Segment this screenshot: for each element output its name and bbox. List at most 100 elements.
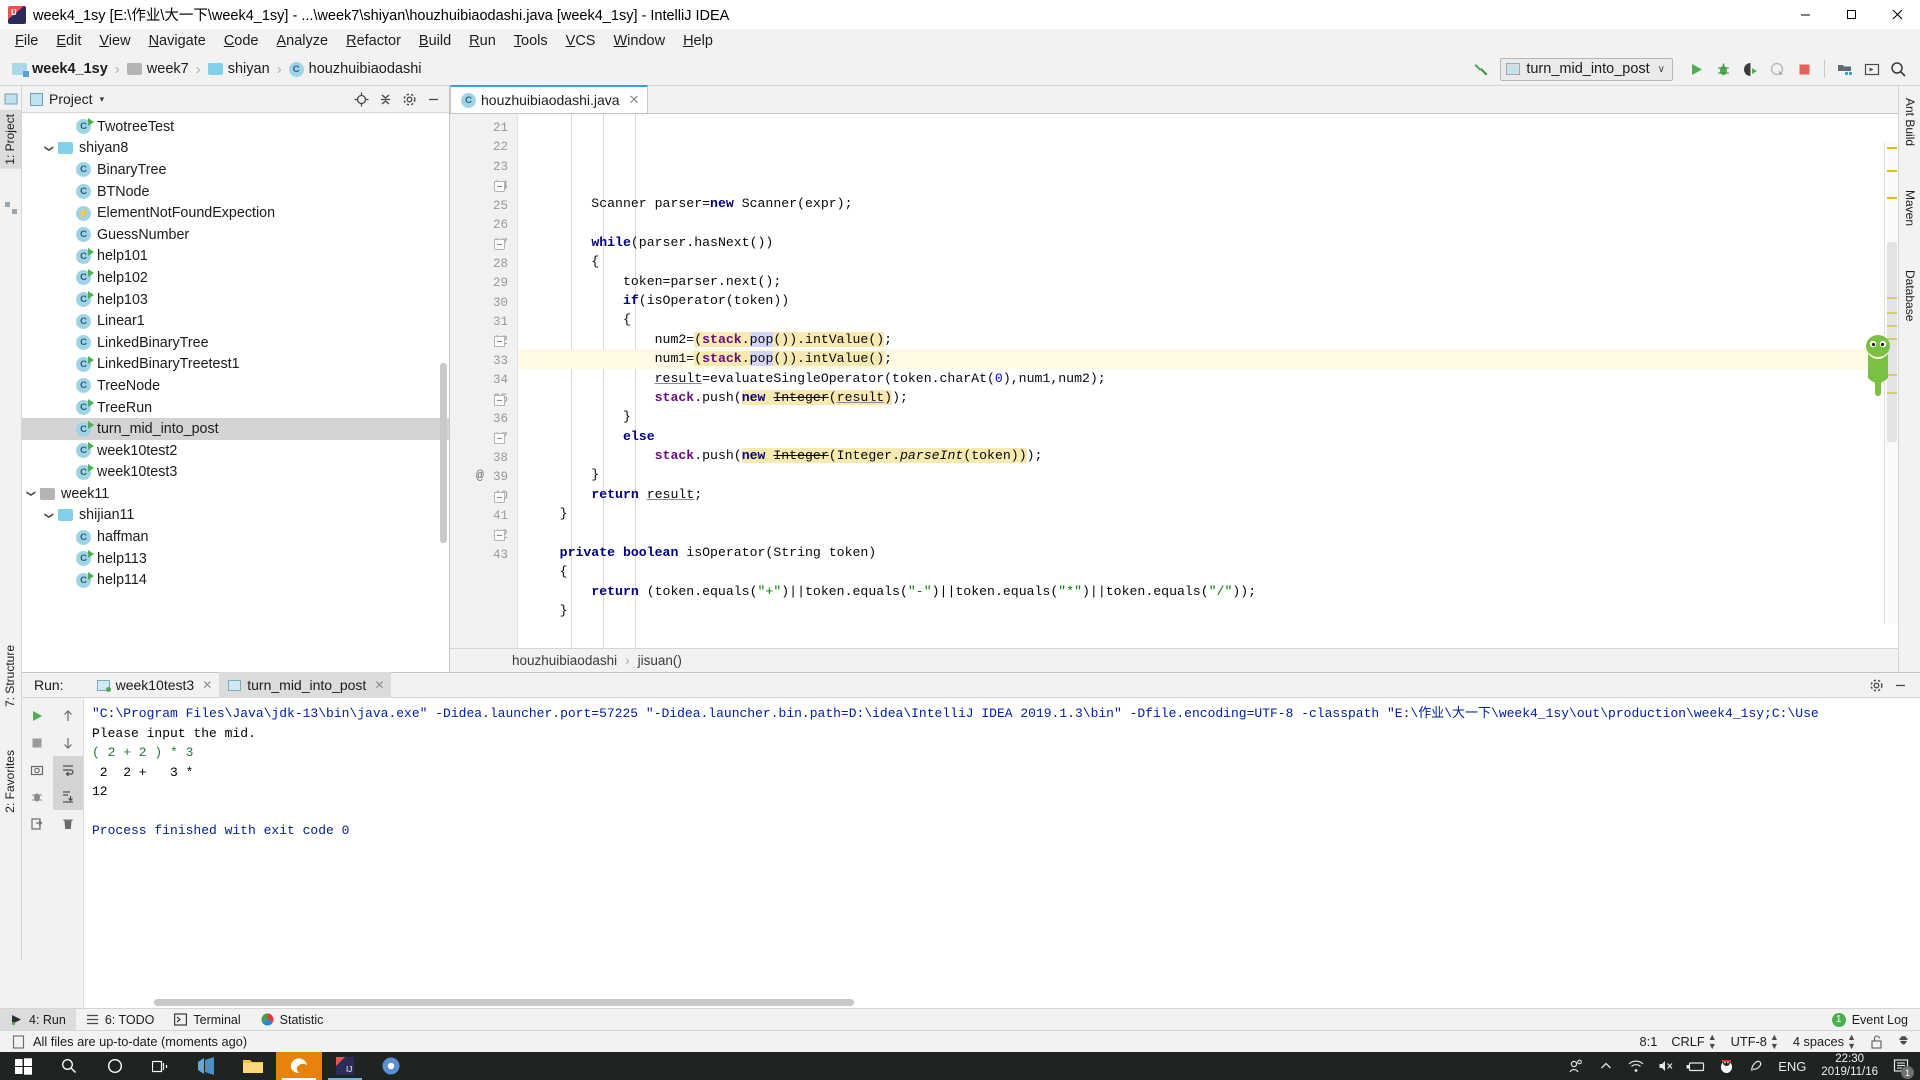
code-fold-toggle[interactable]: [494, 491, 505, 503]
tree-item-Linear1[interactable]: C Linear1: [22, 310, 449, 332]
caret-position[interactable]: 8:1: [1640, 1034, 1658, 1049]
code-fold-toggle[interactable]: [494, 181, 505, 193]
collapse-all-icon[interactable]: [373, 87, 397, 111]
export-icon[interactable]: [22, 810, 53, 837]
hector-icon[interactable]: [1897, 1035, 1910, 1049]
app-browser[interactable]: [368, 1052, 414, 1080]
code-line[interactable]: stack.push(new Integer(result));: [518, 388, 1898, 407]
tree-item-haffman[interactable]: Chaffman: [22, 526, 449, 548]
code-line[interactable]: [518, 213, 1898, 232]
event-log-area[interactable]: 1 Event Log: [1831, 1009, 1920, 1031]
code-line[interactable]: num2=(stack.pop()).intValue();: [518, 330, 1898, 349]
run-with-coverage-button[interactable]: [1737, 56, 1764, 83]
trash-icon[interactable]: [53, 810, 84, 837]
run-configuration-selector[interactable]: turn_mid_into_post ∨: [1500, 57, 1673, 81]
stop-button[interactable]: [22, 729, 53, 756]
bottom-tab-statistic[interactable]: Statistic: [251, 1009, 334, 1031]
debug-button[interactable]: [1710, 56, 1737, 83]
pen-icon[interactable]: [1741, 1052, 1771, 1080]
code-line[interactable]: result=evaluateSingleOperator(token.char…: [518, 369, 1898, 388]
app-vscode[interactable]: [184, 1052, 230, 1080]
hide-icon[interactable]: [421, 87, 445, 111]
tree-item-LinkedBinaryTree[interactable]: C LinkedBinaryTree: [22, 332, 449, 354]
menu-window[interactable]: Window: [604, 31, 674, 51]
tree-item-help113[interactable]: Chelp113: [22, 548, 449, 570]
project-structure-button[interactable]: [1831, 56, 1858, 83]
code-line[interactable]: }: [518, 504, 1898, 523]
breadcrumb-method[interactable]: jisuan(): [638, 653, 682, 668]
minimize-button[interactable]: [1782, 0, 1828, 29]
code-line[interactable]: {: [518, 252, 1898, 271]
code-line[interactable]: while(parser.hasNext()): [518, 233, 1898, 252]
code-content[interactable]: Scanner parser=new Scanner(expr); while(…: [518, 114, 1898, 648]
code-line[interactable]: token=parser.next();: [518, 272, 1898, 291]
tree-item-BinaryTree[interactable]: C BinaryTree: [22, 159, 449, 181]
menu-help[interactable]: Help: [674, 31, 722, 51]
code-line[interactable]: return result;: [518, 485, 1898, 504]
start-button[interactable]: [0, 1052, 46, 1080]
code-line[interactable]: if(isOperator(token)): [518, 291, 1898, 310]
code-line[interactable]: [518, 621, 1898, 640]
run-tab-week10test3[interactable]: week10test3 ✕: [88, 672, 220, 698]
tree-item-TwotreeTest[interactable]: C TwotreeTest: [22, 116, 449, 138]
tree-item-TreeRun[interactable]: C TreeRun: [22, 397, 449, 419]
editor-gutter[interactable]: 21222324252627282930313233343536373839@4…: [450, 114, 518, 648]
search-button[interactable]: [46, 1052, 92, 1080]
maximize-button[interactable]: [1828, 0, 1874, 29]
tree-item-turn_mid_into_post[interactable]: Cturn_mid_into_post: [22, 418, 449, 440]
bottom-tab-terminal[interactable]: Terminal: [164, 1009, 250, 1031]
breadcrumb-item-week7[interactable]: week7: [126, 61, 189, 77]
line-separator[interactable]: CRLF ▲ ▼: [1671, 1033, 1716, 1050]
code-line[interactable]: [518, 524, 1898, 543]
override-marker-icon[interactable]: @: [476, 468, 484, 483]
rerun-button[interactable]: [22, 702, 53, 729]
code-line[interactable]: }: [518, 407, 1898, 426]
code-line[interactable]: private boolean isOperator(String token): [518, 543, 1898, 562]
breadcrumb-item-houzhuibiaodashi[interactable]: Chouzhuibiaodashi: [288, 61, 422, 77]
show-hidden-icons[interactable]: [1591, 1052, 1621, 1080]
people-icon[interactable]: [1561, 1052, 1591, 1080]
notification-center-button[interactable]: 1: [1886, 1052, 1916, 1080]
sidebar-item-structure[interactable]: 7: Structure: [0, 641, 21, 711]
tree-item-GuessNumber[interactable]: C GuessNumber: [22, 224, 449, 246]
breadcrumb-item-shiyan[interactable]: shiyan: [207, 61, 270, 77]
profile-button[interactable]: [1764, 56, 1791, 83]
tree-item-week10test3[interactable]: Cweek10test3: [22, 462, 449, 484]
chevron-down-icon[interactable]: ❯: [22, 488, 40, 499]
run-button[interactable]: [1683, 56, 1710, 83]
camera-icon[interactable]: [22, 756, 53, 783]
locate-icon[interactable]: [349, 87, 373, 111]
code-line[interactable]: Scanner parser=new Scanner(expr);: [518, 194, 1898, 213]
code-line[interactable]: stack.push(new Integer(Integer.parseInt(…: [518, 446, 1898, 465]
menu-tools[interactable]: Tools: [505, 31, 557, 51]
menu-build[interactable]: Build: [410, 31, 460, 51]
menu-edit[interactable]: Edit: [47, 31, 90, 51]
search-everywhere-button[interactable]: [1885, 56, 1912, 83]
code-line[interactable]: }: [518, 465, 1898, 484]
scroll-down-button[interactable]: [53, 729, 84, 756]
chevron-down-icon[interactable]: ▾: [100, 94, 105, 105]
tree-item-shiyan8[interactable]: ❯ shiyan8: [22, 138, 449, 160]
project-tree-scrollbar[interactable]: [440, 363, 447, 543]
scroll-to-end-button[interactable]: [52, 783, 83, 810]
code-fold-toggle[interactable]: [494, 433, 505, 445]
minimize-icon[interactable]: [1888, 673, 1912, 697]
run-tab-turn-mid-into-post[interactable]: turn_mid_into_post ✕: [219, 672, 392, 698]
close-icon[interactable]: ✕: [202, 678, 212, 692]
app-explorer[interactable]: [230, 1052, 276, 1080]
code-fold-toggle[interactable]: [494, 239, 505, 251]
qq-icon[interactable]: [1711, 1052, 1741, 1080]
tree-item-BTNode[interactable]: C BTNode: [22, 181, 449, 203]
tree-item-help103[interactable]: Chelp103: [22, 289, 449, 311]
thread-dump-icon[interactable]: [22, 783, 53, 810]
code-fold-toggle[interactable]: [494, 394, 505, 406]
unlocked-icon[interactable]: [1870, 1034, 1883, 1049]
scroll-up-button[interactable]: [53, 702, 84, 729]
tree-item-shijian11[interactable]: ❯ shijian11: [22, 505, 449, 527]
settings-gear-icon[interactable]: [1864, 673, 1888, 697]
bottom-tab-4--run[interactable]: 4: Run: [0, 1008, 76, 1031]
close-button[interactable]: [1874, 0, 1920, 29]
app-intellij[interactable]: IJ: [322, 1052, 368, 1080]
console-horizontal-scrollbar[interactable]: [154, 999, 854, 1006]
stop-button[interactable]: [1791, 56, 1818, 83]
